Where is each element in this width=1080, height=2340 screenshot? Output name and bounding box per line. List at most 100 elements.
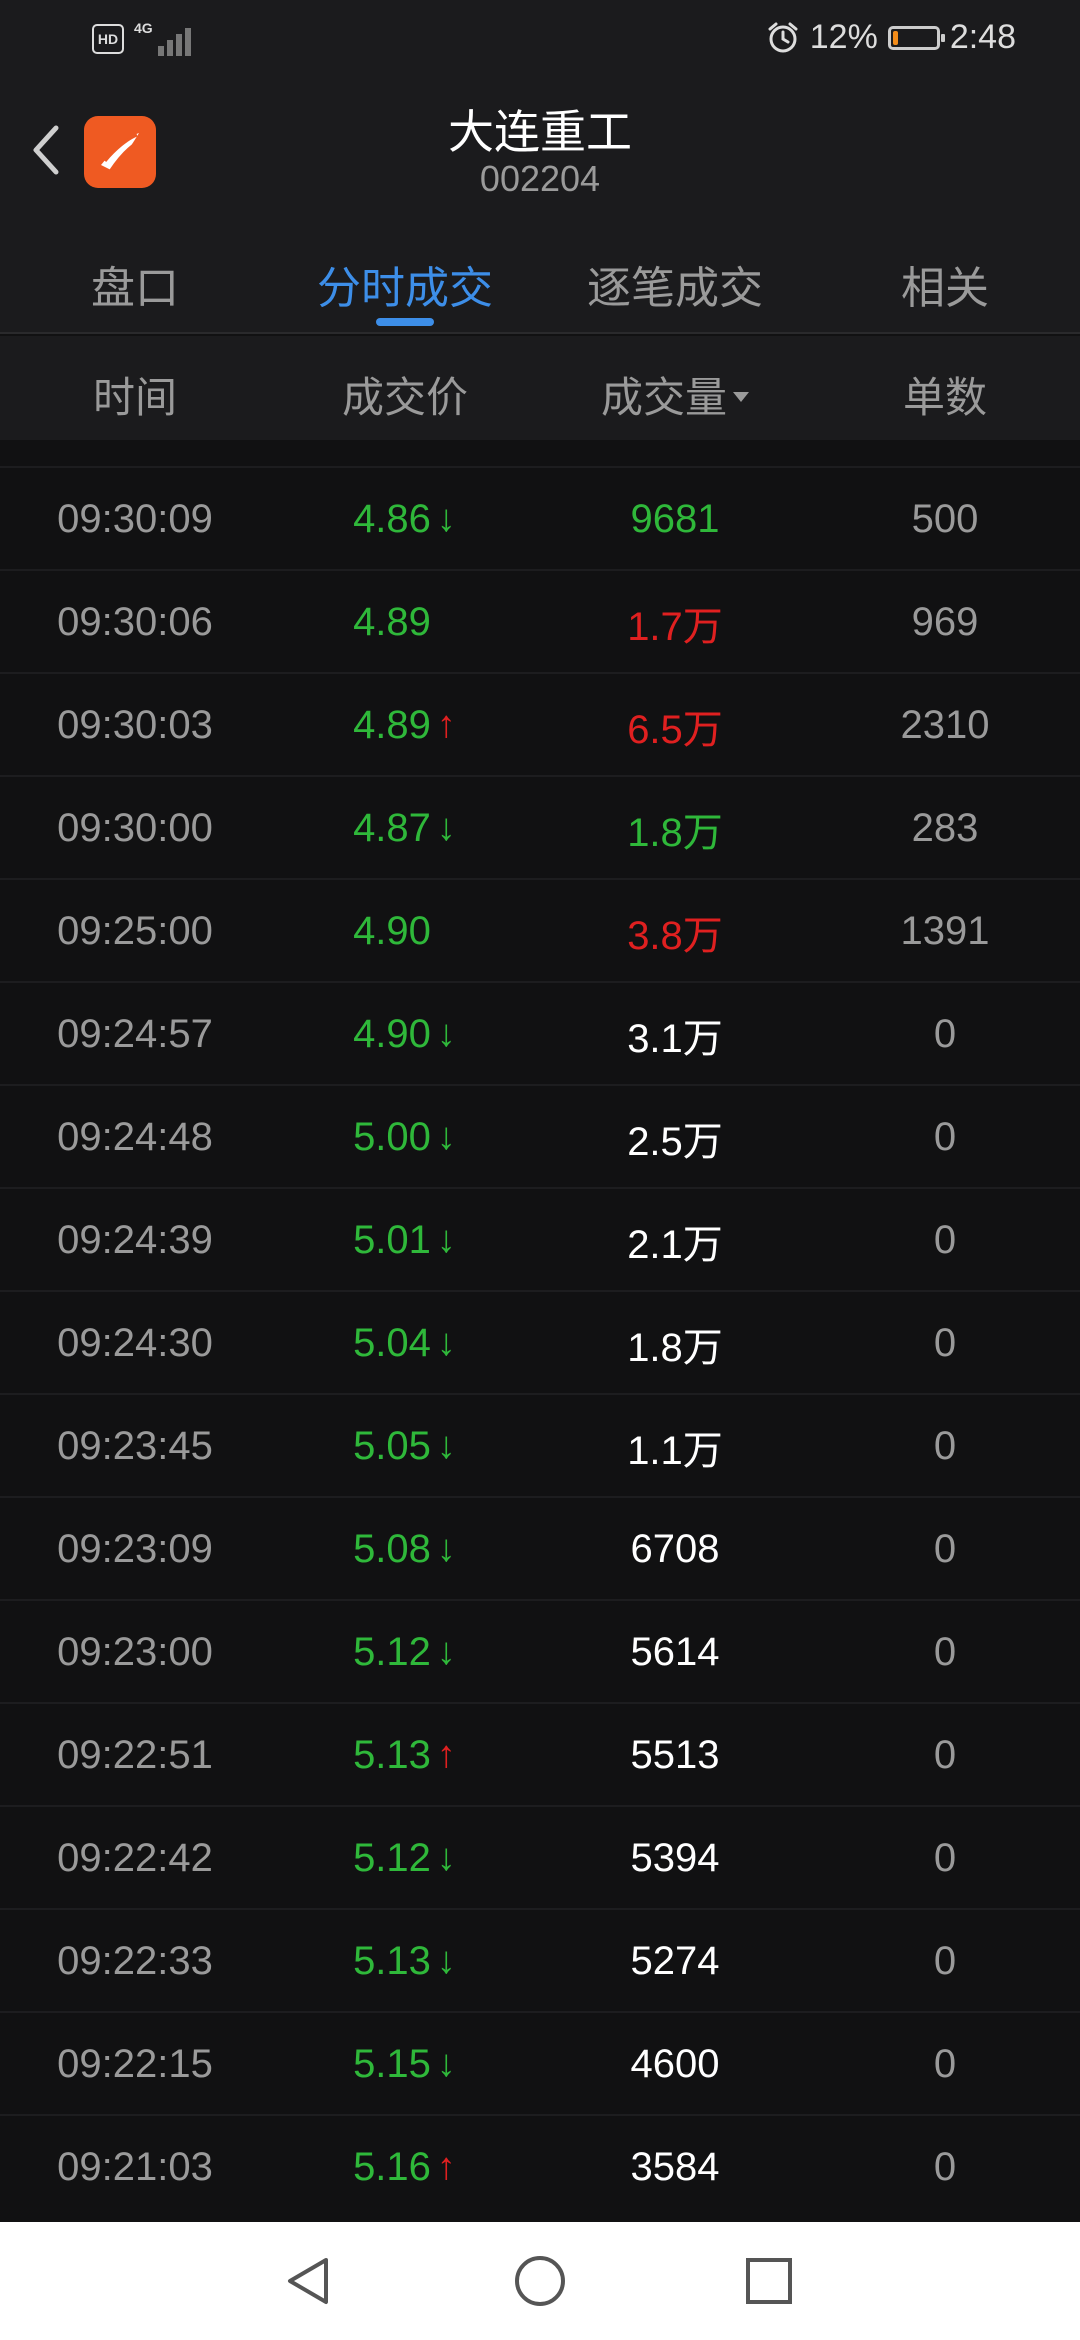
table-row: 09:30:03 4.89 ↑ 6.5万 2310 [0,672,1080,775]
alarm-icon [768,22,798,52]
trade-volume: 9681 [630,497,720,541]
nav-home-button[interactable] [507,2248,573,2314]
battery-level [892,30,898,45]
table-row: 09:22:15 5.15 ↓ 4600 0 [0,2011,1080,2114]
status-left: HD 4G [92,20,192,56]
arrow-up-icon: ↑ [436,2146,456,2188]
trade-price-cell: 5.16 ↑ [270,2116,540,2219]
circle-home-icon [515,2256,565,2306]
trade-count: 0 [933,1527,957,1571]
trade-count: 0 [933,1321,957,1365]
table-row: 09:24:39 5.01 ↓ 2.1万 0 [0,1187,1080,1290]
trade-count: 0 [933,1939,957,1983]
column-header-price: 成交价 [341,373,468,422]
table-row: 09:22:42 5.12 ↓ 5394 0 [0,1805,1080,1908]
trade-count: 283 [911,806,979,850]
trades-table[interactable]: 09:30:094.86↓968150009:30:064.89↓1.7万969… [0,466,1080,2217]
trade-price: 4.90 [353,909,431,953]
trade-price: 5.13 [353,1733,431,1777]
trade-price-cell: 5.13 ↓ [270,1910,540,2013]
tab-tick-trades[interactable]: 逐笔成交 [540,252,810,316]
trade-price: 5.12 [353,1836,431,1880]
trade-price-cell: 5.08 ↓ [270,1498,540,1601]
trade-price-cell: 5.04 ↓ [270,1292,540,1395]
trade-count: 0 [933,1836,957,1880]
stock-code: 002204 [479,158,601,199]
trade-time: 09:22:33 [57,1939,213,1983]
clock: 2:48 [949,18,1016,56]
trade-price: 4.89 [353,600,431,644]
trade-volume: 6708 [630,1527,720,1571]
network-type: 4G [134,20,153,36]
table-row: 09:23:00 5.12 ↓ 5614 0 [0,1599,1080,1702]
arrow-down-icon: ↓ [436,1013,456,1055]
arrow-down-icon: ↓ [436,1837,456,1879]
table-row: 09:25:00 4.90↓ 3.8万 1391 [0,878,1080,981]
trade-time: 09:25:00 [57,909,213,953]
trade-time: 09:30:03 [57,703,213,747]
arrow-down-icon: ↓ [436,1940,456,1982]
arrow-down-icon: ↓ [436,498,456,540]
status-right: 12% 2:48 [766,18,1016,57]
trade-price-cell: 5.12 ↓ [270,1601,540,1704]
arrow-down-icon: ↓ [436,1219,456,1261]
trade-volume: 2.1万 [627,1222,723,1267]
trade-price-cell: 4.89↓ [270,571,540,674]
trade-count: 0 [933,2145,957,2189]
trade-price-cell: 4.87 ↓ [270,777,540,880]
trade-price: 4.90 [353,1012,431,1056]
arrow-down-icon: ↓ [436,2043,456,2085]
trade-price: 5.01 [353,1218,431,1262]
trade-volume: 2.5万 [627,1119,723,1164]
trade-time: 09:30:06 [57,600,213,644]
tab-order-book[interactable]: 盘口 [0,252,270,316]
sort-down-icon [733,391,749,402]
nav-recents-button[interactable] [736,2248,802,2314]
trade-volume: 5614 [630,1630,720,1674]
trade-price-cell: 4.90↓ [270,880,540,983]
trade-time: 09:30:09 [57,497,213,541]
trade-volume: 5274 [630,1939,720,1983]
arrow-down-icon: ↓ [436,807,456,849]
signal-icon: 4G [134,20,192,56]
trade-volume: 3.1万 [627,1016,723,1061]
trade-volume: 3584 [630,2145,720,2189]
trade-count: 1391 [900,909,990,953]
status-bar: HD 4G 12% 2:48 [0,0,1080,86]
trade-time: 09:23:00 [57,1630,213,1674]
trade-time: 09:22:51 [57,1733,213,1777]
trade-count: 0 [933,1630,957,1674]
trade-volume: 1.1万 [627,1428,723,1473]
trade-count: 969 [911,600,979,644]
trade-price: 4.86 [353,497,431,541]
tab-bar: 盘口 分时成交 逐笔成交 相关 [0,216,1080,334]
tab-related[interactable]: 相关 [810,252,1080,316]
column-header-volume[interactable]: 成交量 [540,364,810,425]
trade-price-cell: 4.89 ↑ [270,674,540,777]
trade-time: 09:24:39 [57,1218,213,1262]
square-recents-icon [746,2258,792,2304]
trade-price: 4.87 [353,806,431,850]
screen: HD 4G 12% 2:48 大连重工 002204 盘口 分时成交 逐笔成交 … [0,0,1080,2340]
battery-percent: 12% [809,18,878,56]
tab-time-trades[interactable]: 分时成交 [270,252,540,316]
trade-time: 09:30:00 [57,806,213,850]
trade-count: 0 [933,1115,957,1159]
trade-volume: 1.7万 [627,604,723,649]
trade-price-cell: 4.86 ↓ [270,468,540,571]
trade-time: 09:24:48 [57,1115,213,1159]
trade-time: 09:22:42 [57,1836,213,1880]
trade-count: 0 [933,1218,957,1262]
trade-price: 4.89 [353,703,431,747]
trade-volume: 6.5万 [627,707,723,752]
column-header-count: 单数 [902,373,987,422]
trade-count: 500 [911,497,979,541]
trade-count: 0 [933,2042,957,2086]
arrow-down-icon: ↓ [436,1425,456,1467]
triangle-back-icon [288,2258,328,2304]
trade-price: 5.08 [353,1527,431,1571]
table-row: 09:30:00 4.87 ↓ 1.8万 283 [0,775,1080,878]
trade-price-cell: 5.01 ↓ [270,1189,540,1292]
trade-price-cell: 5.12 ↓ [270,1807,540,1910]
nav-back-button[interactable] [276,2248,342,2314]
